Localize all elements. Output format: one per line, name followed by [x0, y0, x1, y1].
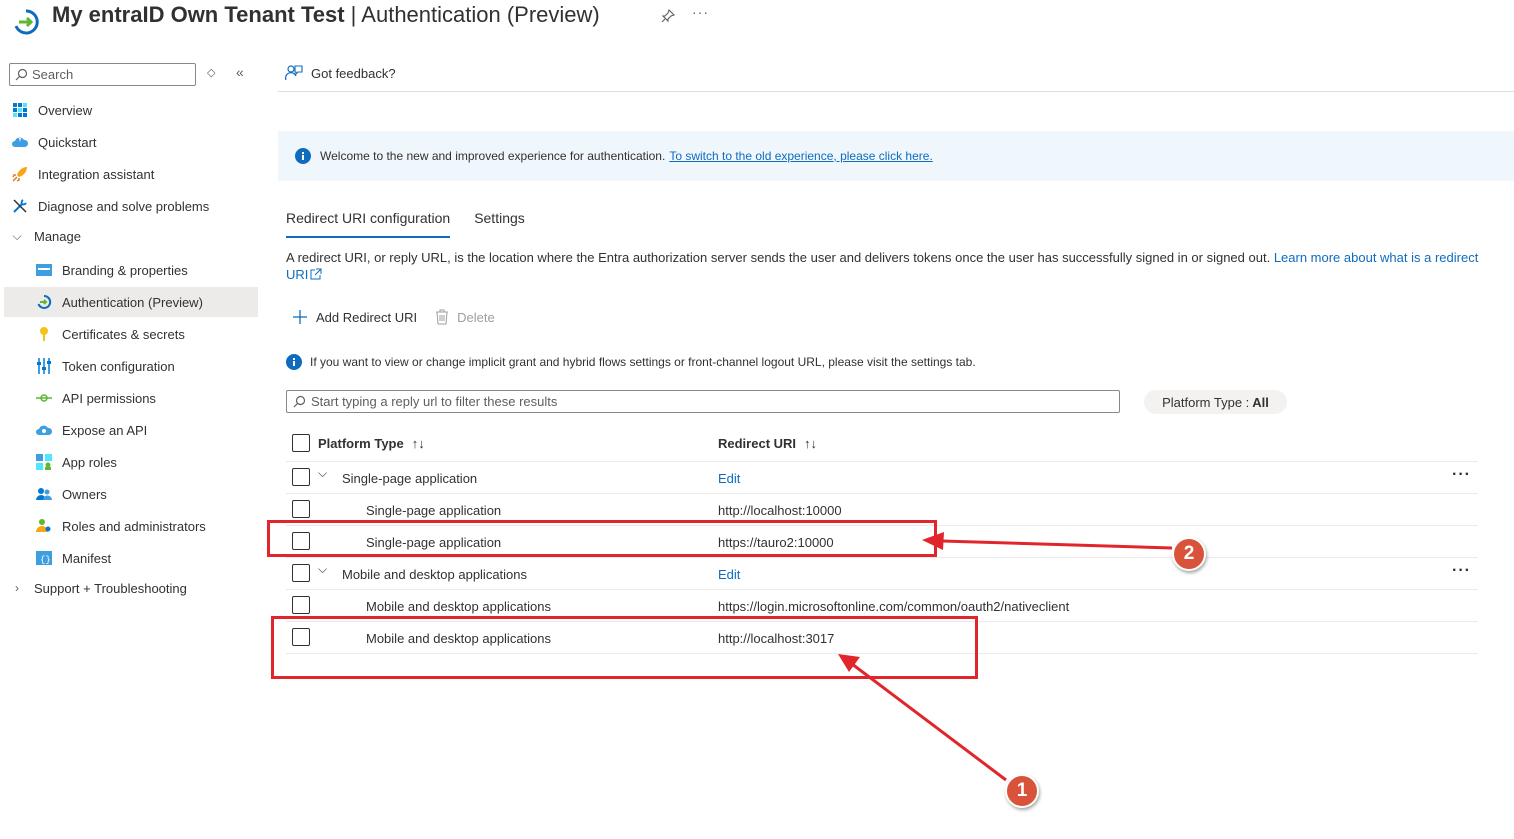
divider: [286, 589, 1478, 590]
roles-icon: [36, 518, 52, 534]
sidebar-item-expose-api[interactable]: Expose an API: [4, 415, 258, 445]
sidebar-search[interactable]: [9, 63, 196, 86]
platform-type-filter[interactable]: Platform Type : All: [1144, 390, 1287, 414]
tab-bar: Redirect URI configuration Settings: [286, 210, 549, 240]
branding-icon: [36, 262, 52, 278]
filter-box[interactable]: [286, 390, 1120, 413]
info-icon: [286, 354, 302, 370]
plus-icon: [293, 310, 307, 324]
expand-collapse-icon[interactable]: ◇: [207, 66, 215, 79]
column-header-redirect-uri[interactable]: Redirect URI ↑↓: [718, 436, 817, 451]
delete-button[interactable]: Delete: [435, 309, 495, 325]
sidebar: ◇ « Overview Quickstart Integration assi…: [0, 56, 262, 836]
tab-settings[interactable]: Settings: [474, 210, 525, 238]
row-checkbox[interactable]: [292, 468, 310, 486]
edit-link[interactable]: Edit: [718, 567, 740, 582]
column-header-platform-type[interactable]: Platform Type ↑↓: [318, 436, 425, 451]
search-icon: [15, 68, 28, 81]
sidebar-item-api-permissions[interactable]: API permissions: [4, 383, 258, 413]
sidebar-item-manifest[interactable]: {} Manifest: [4, 543, 258, 573]
sidebar-item-diagnose[interactable]: Diagnose and solve problems: [4, 191, 258, 221]
switch-old-experience-link[interactable]: To switch to the old experience, please …: [669, 149, 932, 163]
group-platform: Mobile and desktop applications: [342, 567, 528, 582]
sidebar-item-integration-assistant[interactable]: Integration assistant: [4, 159, 258, 189]
sidebar-item-token-configuration[interactable]: Token configuration: [4, 351, 258, 381]
more-options-icon[interactable]: ···: [692, 4, 709, 20]
sidebar-search-input[interactable]: [32, 66, 192, 83]
api-permissions-icon: [36, 390, 52, 406]
chevron-right-icon: ›: [15, 581, 19, 595]
group-platform: Single-page application: [342, 471, 478, 486]
sort-icon: ↑↓: [804, 436, 818, 451]
divider: [286, 557, 1478, 558]
row-redirect-uri: https://login.microsoftonline.com/common…: [718, 599, 1070, 614]
filter-input[interactable]: [311, 393, 1111, 410]
authentication-logo-icon: [14, 9, 39, 35]
feedback-icon: [285, 65, 303, 81]
add-redirect-uri-button[interactable]: Add Redirect URI: [292, 309, 417, 325]
annotation-badge-1: 1: [1005, 774, 1039, 808]
key-icon: [36, 326, 52, 342]
sort-icon: ↑↓: [411, 436, 425, 451]
external-link-icon: [310, 268, 322, 280]
chevron-down-icon[interactable]: ⌵: [318, 562, 327, 577]
sidebar-item-roles-admins[interactable]: Roles and administrators: [4, 511, 258, 541]
annotation-badge-2: 2: [1172, 537, 1206, 571]
sidebar-group-manage[interactable]: ⌵ Manage: [4, 221, 258, 251]
rocket-icon: [12, 166, 28, 182]
overview-icon: [12, 102, 28, 118]
app-roles-icon: [36, 454, 52, 470]
owners-icon: [36, 486, 52, 502]
collapse-sidebar-icon[interactable]: «: [236, 64, 244, 80]
highlight-box-1: [271, 616, 978, 679]
row-redirect-uri: http://localhost:10000: [718, 503, 842, 518]
sidebar-item-certificates[interactable]: Certificates & secrets: [4, 319, 258, 349]
cloud-icon: [36, 422, 52, 438]
edit-link[interactable]: Edit: [718, 471, 740, 486]
divider: [278, 91, 1514, 92]
info-banner: Welcome to the new and improved experien…: [278, 131, 1514, 181]
trash-icon: [436, 309, 449, 325]
sidebar-item-branding[interactable]: Branding & properties: [4, 255, 258, 285]
more-actions-icon[interactable]: ···: [1452, 466, 1471, 484]
sidebar-item-overview[interactable]: Overview: [4, 95, 258, 125]
svg-text:{}: {}: [40, 555, 51, 565]
chevron-down-icon[interactable]: ⌵: [318, 466, 327, 481]
row-checkbox[interactable]: [292, 596, 310, 614]
row-checkbox[interactable]: [292, 564, 310, 582]
row-platform: Mobile and desktop applications: [366, 599, 552, 614]
sidebar-group-support[interactable]: › Support + Troubleshooting: [4, 573, 258, 603]
highlight-box-2: [267, 520, 937, 557]
row-checkbox[interactable]: [292, 500, 310, 518]
divider: [286, 461, 1478, 462]
description: A redirect URI, or reply URL, is the loc…: [286, 250, 1479, 282]
row-platform: Single-page application: [366, 503, 502, 518]
settings-info: If you want to view or change implicit g…: [286, 354, 976, 370]
more-actions-icon[interactable]: ···: [1452, 562, 1471, 580]
sidebar-item-quickstart[interactable]: Quickstart: [4, 127, 258, 157]
info-icon: [295, 148, 311, 164]
search-icon: [293, 395, 306, 408]
select-all-checkbox[interactable]: [292, 434, 310, 452]
page-header: My entraID Own Tenant Test | Authenticat…: [0, 0, 1514, 40]
page-title: My entraID Own Tenant Test | Authenticat…: [52, 2, 600, 27]
wrench-icon: [12, 198, 28, 214]
quickstart-icon: [12, 134, 28, 150]
sidebar-item-app-roles[interactable]: App roles: [4, 447, 258, 477]
authentication-icon: [36, 294, 52, 310]
command-bar: Add Redirect URI Delete: [292, 309, 513, 325]
sidebar-item-owners[interactable]: Owners: [4, 479, 258, 509]
pin-icon[interactable]: [660, 8, 676, 24]
feedback-button[interactable]: Got feedback?: [285, 64, 396, 82]
chevron-down-icon: ⌵: [12, 228, 22, 243]
divider: [286, 493, 1478, 494]
manifest-icon: {}: [36, 550, 52, 566]
tab-redirect-uri-configuration[interactable]: Redirect URI configuration: [286, 210, 451, 238]
token-icon: [36, 358, 52, 374]
sidebar-item-authentication[interactable]: Authentication (Preview): [4, 287, 258, 317]
